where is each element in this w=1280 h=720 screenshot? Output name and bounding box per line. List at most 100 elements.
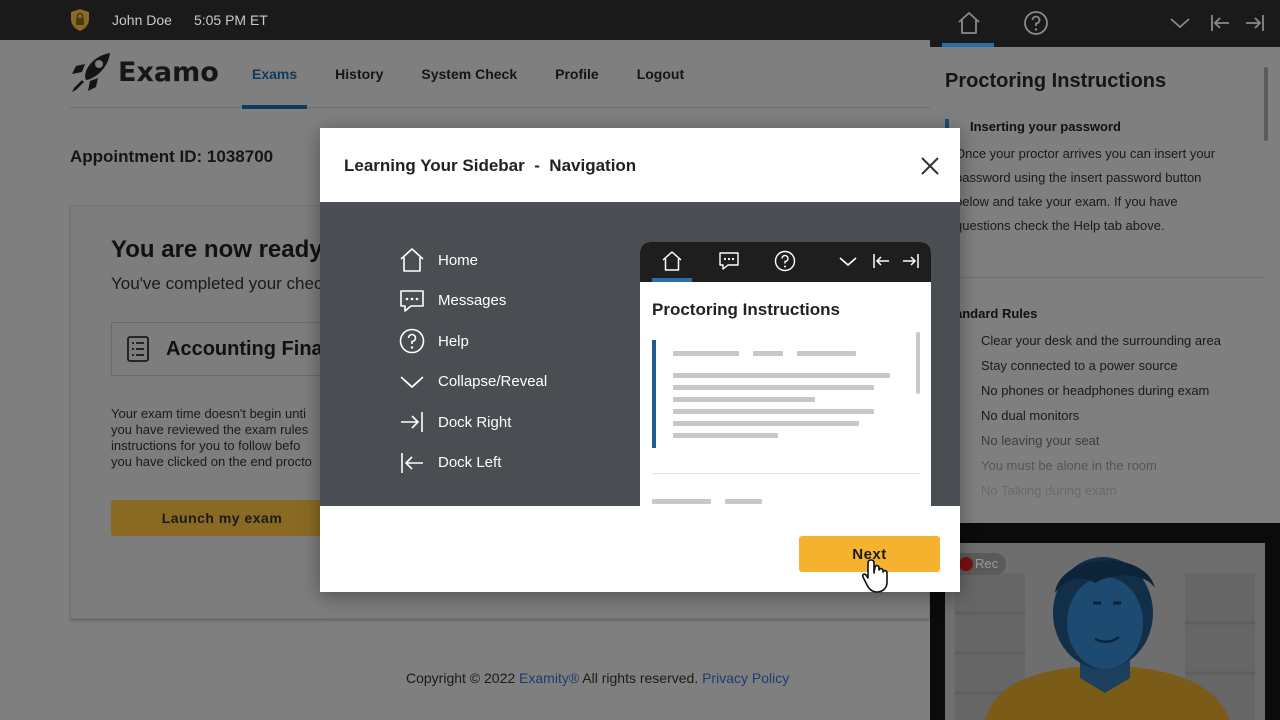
- dock-right-icon: [398, 408, 426, 436]
- placeholder-line: [673, 433, 778, 438]
- help-icon: [398, 327, 426, 355]
- company-link[interactable]: Examity®: [519, 670, 579, 686]
- home-icon[interactable]: [954, 8, 984, 38]
- tab-system-check[interactable]: System Check: [411, 40, 527, 108]
- rights-text: All rights reserved.: [579, 670, 703, 686]
- preview-active-indicator: [652, 278, 692, 282]
- sidebar-title: Proctoring Instructions: [945, 70, 1167, 92]
- current-time: 5:05 PM ET: [193, 12, 268, 28]
- legend-item: Messages: [398, 281, 547, 322]
- legend-label: Help: [438, 332, 469, 350]
- brand-logo[interactable]: Examo: [70, 52, 219, 92]
- placeholder-line: [673, 385, 874, 390]
- preview-divider: [652, 473, 920, 474]
- preview-header: [640, 242, 931, 282]
- nav-tabs: Exams History System Check Profile Logou…: [242, 40, 712, 109]
- rule-item: No phones or headphones during exam: [981, 383, 1210, 398]
- section-line: password using the insert password butto…: [955, 170, 1202, 185]
- help-icon[interactable]: [1021, 8, 1051, 38]
- rule-item: No dual monitors: [981, 408, 1080, 423]
- section-line: Once your proctor arrives you can insert…: [955, 146, 1216, 161]
- chevron-down-icon: [398, 368, 426, 396]
- help-icon: [773, 249, 797, 273]
- rules-list: Clear your desk and the surrounding area…: [981, 333, 1221, 523]
- placeholder-line: [673, 351, 739, 356]
- rule-item: Stay connected to a power source: [981, 358, 1178, 373]
- dock-left-icon: [398, 449, 426, 477]
- dock-left-icon[interactable]: [1205, 8, 1235, 38]
- rocket-icon: [70, 52, 112, 92]
- rule-item: No Talking during exam: [981, 483, 1117, 498]
- legend-label: Home: [438, 251, 479, 269]
- dock-left-icon: [869, 249, 893, 273]
- password-section: Inserting your password Once your procto…: [945, 119, 1263, 238]
- icon-legend: Home Messages Help Collapse/Reveal Dock …: [398, 240, 547, 483]
- brand-name: Examo: [118, 56, 219, 88]
- rule-item: You must be alone in the room: [981, 458, 1157, 473]
- placeholder-line: [673, 409, 874, 414]
- top-bar: John Doe 5:05 PM ET: [0, 0, 930, 40]
- divider: [945, 277, 1265, 278]
- webcam-video: Rec: [945, 543, 1265, 720]
- tab-logout[interactable]: Logout: [627, 40, 694, 108]
- legend-item: Dock Right: [398, 402, 547, 443]
- legend-item: Dock Left: [398, 443, 547, 484]
- placeholder-line: [725, 499, 762, 504]
- chevron-down-icon: [836, 249, 860, 273]
- section-title: Inserting your password: [970, 119, 1121, 134]
- preview-accent-bar: [652, 340, 656, 448]
- close-icon[interactable]: [918, 154, 942, 178]
- placeholder-line: [673, 421, 859, 426]
- placeholder-line: [673, 373, 890, 378]
- legend-item: Collapse/Reveal: [398, 362, 547, 403]
- hand-cursor-icon: [861, 558, 895, 594]
- legend-item: Help: [398, 321, 547, 362]
- tab-profile[interactable]: Profile: [545, 40, 609, 108]
- tab-history[interactable]: History: [325, 40, 393, 108]
- launch-exam-button[interactable]: Launch my exam: [111, 500, 333, 536]
- rules-title: andard Rules: [955, 306, 1038, 321]
- legend-label: Dock Right: [438, 413, 512, 431]
- main-nav: Examo Exams History System Check Profile…: [70, 40, 930, 109]
- messages-icon: [398, 287, 426, 315]
- modal-illustration: Home Messages Help Collapse/Reveal Dock …: [320, 202, 960, 506]
- section-line: below and take your exam. If you have: [955, 194, 1178, 209]
- messages-icon: [717, 249, 741, 273]
- home-icon: [398, 246, 426, 274]
- section-line: questions check the Help tab above.: [955, 218, 1165, 233]
- tab-exams[interactable]: Exams: [242, 40, 308, 109]
- footer: Copyright © 2022 Examity® All rights res…: [406, 670, 789, 686]
- placeholder-line: [753, 351, 783, 356]
- dock-right-icon[interactable]: [1240, 8, 1270, 38]
- appointment-id: Appointment ID: 1038700: [70, 147, 274, 166]
- sidebar-scrollbar[interactable]: [1264, 67, 1268, 141]
- document-list-icon: [126, 336, 150, 362]
- preview-scrollbar: [916, 332, 920, 394]
- sidebar-header: [930, 0, 1280, 47]
- legend-label: Collapse/Reveal: [438, 373, 548, 391]
- placeholder-line: [652, 499, 711, 504]
- rule-item: Clear your desk and the surrounding area: [981, 333, 1221, 348]
- ready-subtitle: You've completed your chec: [111, 274, 323, 293]
- proctor-sidebar: Proctoring Instructions Inserting your p…: [930, 0, 1280, 720]
- lock-shield-icon: [70, 8, 90, 32]
- legend-label: Messages: [438, 292, 507, 310]
- home-icon: [660, 249, 684, 273]
- user-name: John Doe: [112, 12, 172, 28]
- legend-label: Dock Left: [438, 454, 502, 472]
- collapse-icon[interactable]: [1165, 8, 1195, 38]
- sidebar-preview: Proctoring Instructions: [640, 242, 931, 506]
- sidebar-tutorial-modal: Learning Your Sidebar - Navigation Home …: [320, 128, 960, 592]
- modal-title: Learning Your Sidebar - Navigation: [344, 156, 637, 175]
- privacy-policy-link[interactable]: Privacy Policy: [702, 670, 789, 686]
- preview-title: Proctoring Instructions: [652, 300, 840, 319]
- legend-item: Home: [398, 240, 547, 281]
- sidebar-panel: Proctoring Instructions Inserting your p…: [930, 47, 1280, 523]
- placeholder-line: [673, 397, 815, 402]
- exam-name: Accounting Final: [166, 337, 329, 360]
- ready-title: You are now ready t: [111, 236, 338, 263]
- dock-right-icon: [899, 249, 923, 273]
- placeholder-line: [797, 351, 856, 356]
- copyright-text: Copyright © 2022: [406, 670, 520, 686]
- rule-item: No leaving your seat: [981, 433, 1100, 448]
